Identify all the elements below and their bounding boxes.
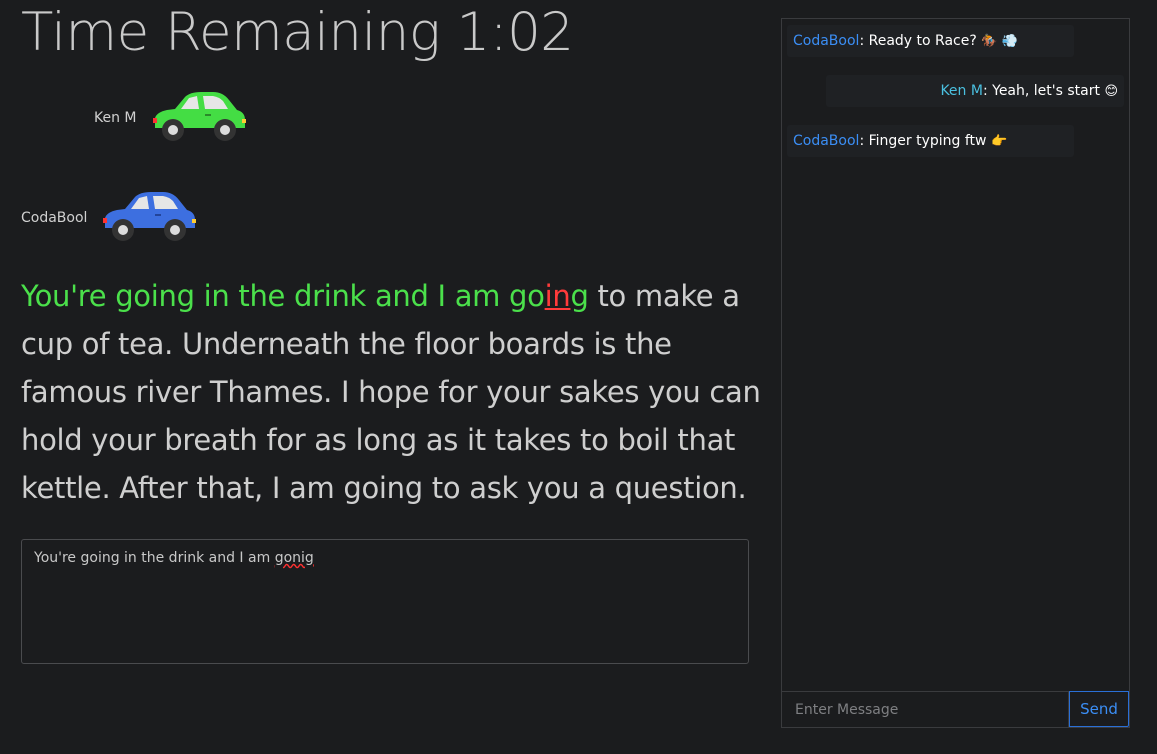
chat-message: CodaBool: Finger typing ftw 👉 bbox=[787, 125, 1074, 157]
typed-correct-text-after-error: g bbox=[570, 279, 589, 313]
pointing-hand-icon: 👉 bbox=[990, 134, 1008, 149]
racer-name: Ken M bbox=[94, 110, 137, 126]
send-button[interactable]: Send bbox=[1069, 691, 1129, 727]
smile-icon: 😊 bbox=[1104, 84, 1118, 99]
chat-message-input[interactable] bbox=[782, 691, 1069, 727]
race-passage: You're going in the drink and I am going… bbox=[21, 272, 761, 512]
typed-error-text: in bbox=[544, 279, 571, 313]
chat-author: CodaBool bbox=[793, 133, 860, 149]
chat-text: Yeah, let's start bbox=[992, 83, 1100, 99]
chat-author: CodaBool bbox=[793, 33, 860, 49]
chat-author: Ken M bbox=[940, 83, 983, 99]
misspelled-word: gonig bbox=[274, 550, 314, 566]
chat-text: Finger typing ftw bbox=[868, 133, 987, 149]
blue-car-icon bbox=[103, 192, 197, 241]
time-remaining-title: Time Remaining 1:02 bbox=[21, 2, 574, 63]
chat-text: Ready to Race? bbox=[868, 33, 977, 49]
runner-icon: 🏇 💨 bbox=[981, 34, 1018, 49]
typed-correct-text: You're going in the drink and I am go bbox=[21, 279, 545, 313]
green-car-icon bbox=[152, 92, 246, 141]
racer-name: CodaBool bbox=[21, 210, 88, 226]
chat-message: Ken M: Yeah, let's start 😊 bbox=[826, 75, 1124, 107]
typing-input[interactable]: You're going in the drink and I am gonig bbox=[21, 539, 749, 664]
typing-input-text: You're going in the drink and I am bbox=[34, 550, 275, 566]
chat-panel: CodaBool: Ready to Race? 🏇 💨 Ken M: Yeah… bbox=[781, 18, 1130, 728]
racer-ken-m: Ken M bbox=[94, 88, 249, 148]
racer-codabool: CodaBool bbox=[21, 188, 199, 248]
chat-message: CodaBool: Ready to Race? 🏇 💨 bbox=[787, 25, 1074, 57]
